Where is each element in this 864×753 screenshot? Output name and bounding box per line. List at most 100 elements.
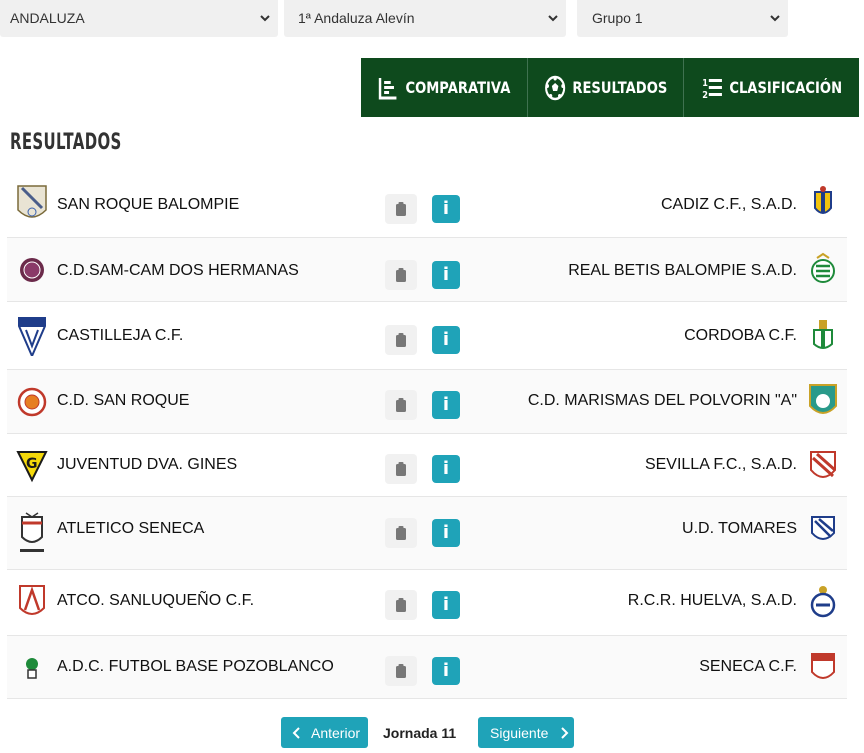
match-list: SAN ROQUE BALOMPIE i CADIZ C.F., S.A.D. … bbox=[7, 172, 847, 699]
match-info-button[interactable]: i bbox=[432, 591, 460, 619]
next-button-label: Siguiente bbox=[490, 724, 549, 741]
home-crest-icon bbox=[16, 511, 48, 555]
match-info-button[interactable]: i bbox=[432, 195, 460, 223]
tab-resultados[interactable]: RESULTADOS bbox=[544, 58, 667, 117]
clipboard-icon bbox=[396, 664, 406, 678]
clipboard-icon bbox=[396, 268, 406, 282]
tab-comparativa-label: COMPARATIVA bbox=[405, 78, 511, 97]
home-crest-icon bbox=[16, 316, 48, 359]
away-team-name[interactable]: R.C.R. HUELVA, S.A.D. bbox=[628, 592, 797, 610]
home-crest-icon: G bbox=[16, 446, 48, 486]
match-row: CASTILLEJA C.F. i CORDOBA C.F. bbox=[7, 302, 847, 370]
clipboard-icon bbox=[396, 398, 406, 412]
match-row: A.D.C. FUTBOL BASE POZOBLANCO i SENECA C… bbox=[7, 636, 847, 699]
home-crest-icon bbox=[16, 382, 48, 422]
match-report-button[interactable] bbox=[385, 325, 417, 355]
chevron-right-icon bbox=[561, 726, 569, 739]
chevron-down-icon bbox=[260, 15, 270, 22]
filter-bar: ANDALUZA 1ª Andaluza Alevín Grupo 1 bbox=[0, 0, 864, 37]
region-select-value: ANDALUZA bbox=[10, 10, 85, 26]
clipboard-icon bbox=[396, 333, 406, 347]
tab-comparativa[interactable]: COMPARATIVA bbox=[378, 58, 511, 117]
home-crest-icon bbox=[16, 250, 48, 290]
home-crest-icon bbox=[16, 582, 48, 622]
tab-clasificacion-wrap: 1 2 CLASIFICACIÓN bbox=[684, 58, 859, 117]
home-team-name[interactable]: C.D. SAN ROQUE bbox=[57, 392, 189, 410]
chevron-down-icon bbox=[770, 15, 780, 22]
home-team-name[interactable]: ATCO. SANLUQUEÑO C.F. bbox=[57, 592, 254, 610]
clipboard-icon bbox=[396, 202, 406, 216]
tab-comparativa-wrap: COMPARATIVA bbox=[361, 58, 528, 117]
svg-text:2: 2 bbox=[702, 90, 708, 101]
away-crest-icon bbox=[807, 582, 839, 622]
home-team-name[interactable]: SAN ROQUE BALOMPIE bbox=[57, 196, 239, 214]
match-info-button[interactable]: i bbox=[432, 455, 460, 483]
chevron-left-icon bbox=[292, 726, 300, 739]
soccer-ball-icon bbox=[544, 75, 565, 100]
away-team-name[interactable]: C.D. MARISMAS DEL POLVORIN "A" bbox=[528, 392, 797, 410]
home-crest-icon bbox=[16, 648, 48, 688]
match-row: C.D. SAN ROQUE i C.D. MARISMAS DEL POLVO… bbox=[7, 370, 847, 434]
pagination: Anterior Jornada 11 Siguiente bbox=[0, 717, 864, 748]
away-crest-icon bbox=[807, 382, 839, 422]
home-team-name[interactable]: ATLETICO SENECA bbox=[57, 520, 204, 538]
match-row: G JUVENTUD DVA. GINES i SEVILLA F.C., S.… bbox=[7, 434, 847, 497]
clipboard-icon bbox=[396, 462, 406, 476]
region-select[interactable]: ANDALUZA bbox=[0, 0, 278, 37]
match-report-button[interactable] bbox=[385, 590, 417, 620]
home-team-name[interactable]: A.D.C. FUTBOL BASE POZOBLANCO bbox=[57, 658, 334, 676]
match-report-button[interactable] bbox=[385, 518, 417, 548]
competition-select[interactable]: 1ª Andaluza Alevín bbox=[284, 0, 566, 37]
bar-chart-icon bbox=[378, 77, 397, 99]
current-matchday: Jornada 11 bbox=[383, 725, 457, 741]
away-crest-icon bbox=[807, 511, 839, 551]
match-info-button[interactable]: i bbox=[432, 326, 460, 354]
away-team-name[interactable]: SEVILLA F.C., S.A.D. bbox=[645, 456, 797, 474]
svg-text:G: G bbox=[26, 456, 38, 472]
previous-button-label: Anterior bbox=[311, 724, 361, 741]
match-info-button[interactable]: i bbox=[432, 519, 460, 547]
match-report-button[interactable] bbox=[385, 454, 417, 484]
home-team-name[interactable]: CASTILLEJA C.F. bbox=[57, 327, 183, 345]
home-team-name[interactable]: JUVENTUD DVA. GINES bbox=[57, 456, 237, 474]
home-crest-icon bbox=[16, 184, 48, 224]
svg-text:1: 1 bbox=[702, 78, 708, 89]
away-team-name[interactable]: SENECA C.F. bbox=[699, 658, 797, 676]
competition-select-value: 1ª Andaluza Alevín bbox=[298, 10, 415, 26]
tab-resultados-wrap: RESULTADOS bbox=[528, 58, 684, 117]
away-crest-icon bbox=[807, 184, 839, 224]
away-team-name[interactable]: CORDOBA C.F. bbox=[684, 327, 797, 345]
section-title: RESULTADOS bbox=[10, 130, 122, 155]
away-team-name[interactable]: REAL BETIS BALOMPIE S.A.D. bbox=[568, 262, 797, 280]
match-report-button[interactable] bbox=[385, 390, 417, 420]
match-row: ATLETICO SENECA i U.D. TOMARES bbox=[7, 497, 847, 570]
tab-clasificacion-label: CLASIFICACIÓN bbox=[729, 78, 842, 97]
away-team-name[interactable]: U.D. TOMARES bbox=[682, 520, 797, 538]
away-crest-icon bbox=[807, 250, 839, 290]
match-info-button[interactable]: i bbox=[432, 261, 460, 289]
away-crest-icon bbox=[807, 316, 839, 356]
next-button[interactable]: Siguiente bbox=[478, 717, 574, 748]
clipboard-icon bbox=[396, 526, 406, 540]
previous-button[interactable]: Anterior bbox=[281, 717, 368, 748]
group-select-value: Grupo 1 bbox=[592, 10, 643, 26]
home-team-name[interactable]: C.D.SAM-CAM DOS HERMANAS bbox=[57, 262, 299, 280]
away-crest-icon bbox=[807, 446, 839, 486]
group-select[interactable]: Grupo 1 bbox=[577, 0, 788, 37]
match-info-button[interactable]: i bbox=[432, 657, 460, 685]
match-report-button[interactable] bbox=[385, 194, 417, 224]
tab-resultados-label: RESULTADOS bbox=[571, 78, 667, 97]
section-nav: COMPARATIVA RESULTADOS 1 2 CLASIFICACIÓN bbox=[361, 58, 859, 117]
clipboard-icon bbox=[396, 598, 406, 612]
match-row: SAN ROQUE BALOMPIE i CADIZ C.F., S.A.D. bbox=[7, 172, 847, 238]
ordered-list-icon: 1 2 bbox=[702, 78, 722, 101]
match-info-button[interactable]: i bbox=[432, 391, 460, 419]
tab-clasificacion[interactable]: 1 2 CLASIFICACIÓN bbox=[701, 58, 842, 117]
match-report-button[interactable] bbox=[385, 260, 417, 290]
match-report-button[interactable] bbox=[385, 656, 417, 686]
match-row: ATCO. SANLUQUEÑO C.F. i R.C.R. HUELVA, S… bbox=[7, 570, 847, 636]
chevron-down-icon bbox=[548, 15, 558, 22]
match-row: C.D.SAM-CAM DOS HERMANAS i REAL BETIS BA… bbox=[7, 238, 847, 302]
away-crest-icon bbox=[807, 648, 839, 688]
away-team-name[interactable]: CADIZ C.F., S.A.D. bbox=[661, 196, 797, 214]
